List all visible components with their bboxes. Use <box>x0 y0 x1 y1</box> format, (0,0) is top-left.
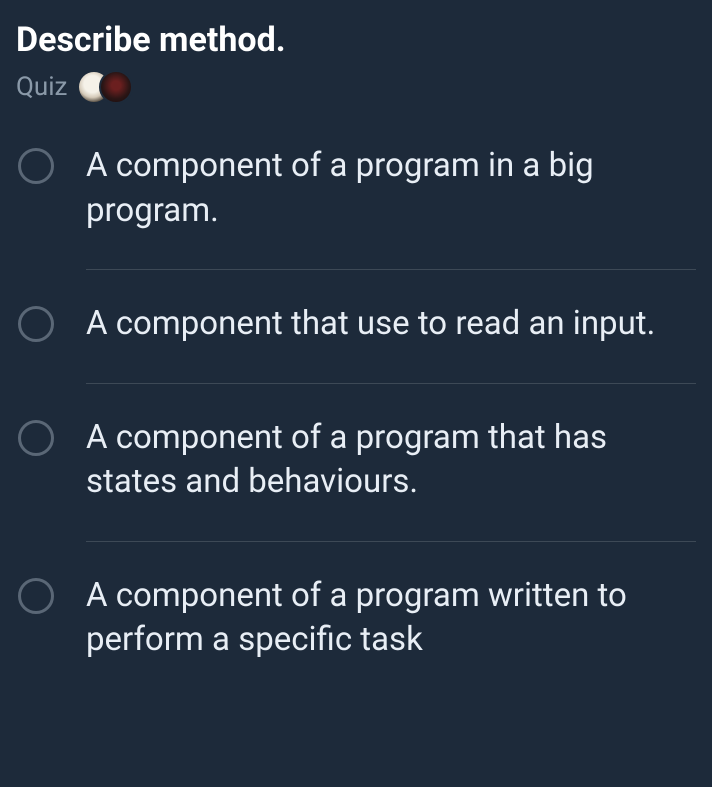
radio-icon[interactable] <box>18 578 54 614</box>
option-text: A component of a program in a big progra… <box>86 144 696 233</box>
avatar[interactable] <box>99 70 133 104</box>
option-text: A component of a program that has states… <box>86 416 696 505</box>
option-row[interactable]: A component of a program that has states… <box>16 384 696 542</box>
subheader: Quiz <box>16 70 696 104</box>
radio-icon[interactable] <box>18 306 54 342</box>
question-title: Describe method. <box>16 20 696 60</box>
option-row[interactable]: A component of a program written to perf… <box>16 542 696 699</box>
radio-icon[interactable] <box>18 420 54 456</box>
option-text: A component of a program written to perf… <box>86 574 696 663</box>
options-list: A component of a program in a big progra… <box>16 144 696 699</box>
option-text: A component that use to read an input. <box>86 302 696 347</box>
option-row[interactable]: A component of a program in a big progra… <box>16 144 696 270</box>
avatar-group <box>77 70 133 104</box>
quiz-type-label: Quiz <box>16 72 67 102</box>
radio-icon[interactable] <box>18 148 54 184</box>
option-row[interactable]: A component that use to read an input. <box>16 270 696 384</box>
quiz-container: Describe method. Quiz A component of a p… <box>0 0 712 699</box>
